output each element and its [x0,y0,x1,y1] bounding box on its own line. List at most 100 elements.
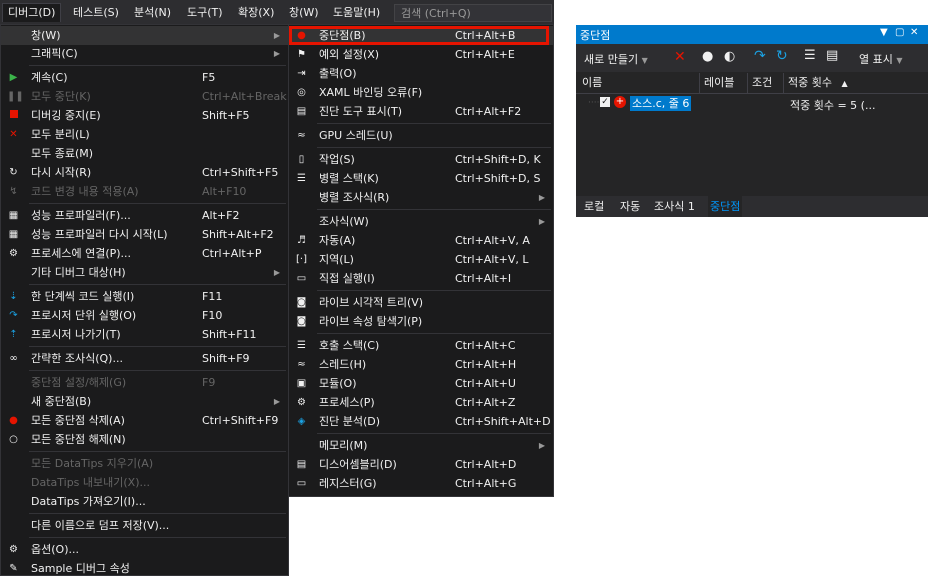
menu-item-step-out[interactable]: ⇡ 프로시저 나가기(T) Shift+F11 [1,325,288,344]
columns-button[interactable]: 열 표시 ▼ [859,51,903,67]
tab-watch-1[interactable]: 조사식 1 [652,196,697,217]
wrench-icon: ✎ [9,563,18,574]
column-hit-count[interactable]: 적중 횟수 ▲ [784,73,928,93]
menu-item-import-datatips[interactable]: DataTips 가져오기(I)... [1,492,288,511]
new-button[interactable]: 새로 만들기 ▼ [584,51,648,67]
menu-item-threads[interactable]: ≈ 스레드(H) Ctrl+Alt+H [289,355,553,374]
menu-window[interactable]: 창(W) [284,4,324,22]
checkbox[interactable]: ✓ [600,97,610,107]
menu-item-attach-to-process[interactable]: ⚙ 프로세스에 연결(P)... Ctrl+Alt+P [1,244,288,263]
registers-icon: ▭ [296,478,307,489]
menu-debug[interactable]: 디버그(D) [2,3,62,22]
import-icon[interactable]: ▤ [826,48,838,63]
menu-item-diagnostic-analysis[interactable]: ◈ 진단 분석(D) Ctrl+Shift+Alt+D [289,412,553,431]
diagnostic-tools-icon: ▤ [296,106,307,117]
column-name[interactable]: 이름 [578,73,700,93]
export-icon[interactable]: ☰ [804,48,816,63]
menu-item-exception-settings[interactable]: ⚑ 예외 설정(X) Ctrl+Alt+E [289,45,553,64]
tab-breakpoints[interactable]: 중단점 [708,196,743,217]
menu-item-window[interactable]: 창(W) ▶ [1,26,288,45]
menu-item-new-breakpoint[interactable]: 새 중단점(B) ▶ [1,392,288,411]
maximize-icon[interactable]: ▢ [895,27,904,38]
modules-icon: ▣ [296,378,307,389]
menu-item-live-visual-tree[interactable]: ◙ 라이브 시각적 트리(V) [289,293,553,312]
menu-item-disassembly[interactable]: ▤ 디스어셈블리(D) Ctrl+Alt+D [289,455,553,474]
menu-test[interactable]: 테스트(S) [68,4,124,22]
menu-help[interactable]: 도움말(H) [328,4,385,22]
redo-icon[interactable]: ↻ [776,48,788,64]
close-icon[interactable]: ✕ [910,27,918,38]
menu-item-performance-profiler[interactable]: ▦ 성능 프로파일러(F)... Alt+F2 [1,206,288,225]
bottom-tabs: 로컬 자동 조사식 1 중단점 [576,196,928,217]
menu-item-watch[interactable]: 조사식(W) ▶ [289,212,553,231]
menu-item-xaml-binding-failures[interactable]: ◎ XAML 바인딩 오류(F) [289,83,553,102]
menu-item-break-all[interactable]: ❚❚ 모두 중단(K) Ctrl+Alt+Break [1,87,288,106]
apply-changes-icon: ↯ [9,186,18,197]
tab-locals[interactable]: 로컬 [582,196,606,217]
menu-item-graphics[interactable]: 그래픽(C) ▶ [1,44,288,63]
menu-item-other-debug-targets[interactable]: 기타 디버그 대상(H) ▶ [1,263,288,282]
attach-icon: ⚙ [9,248,18,259]
menu-item-parallel-stacks[interactable]: ☰ 병렬 스택(K) Ctrl+Shift+D, S [289,169,553,188]
menu-item-restart[interactable]: ↻ 다시 시작(R) Ctrl+Shift+F5 [1,163,288,182]
breakpoint-name[interactable]: 소스.c, 줄 6 [630,96,692,111]
breakpoints-title: 중단점 [580,29,611,42]
submenu-arrow-icon: ▶ [538,441,545,450]
menu-item-relaunch-profiler[interactable]: ▦ 성능 프로파일러 다시 시작(L) Shift+Alt+F2 [1,225,288,244]
menu-analyze[interactable]: 분석(N) [129,4,176,22]
menu-item-live-property-explorer[interactable]: ◙ 라이브 속성 탐색기(P) [289,312,553,331]
separator [29,284,286,285]
column-label[interactable]: 레이블 [700,73,748,93]
menu-item-step-into[interactable]: ⇣ 한 단계씩 코드 실행(I) F11 [1,287,288,306]
tab-autos[interactable]: 자동 [618,196,642,217]
gpu-threads-icon: ≈ [297,130,306,141]
menu-item-tasks[interactable]: ▯ 작업(S) Ctrl+Shift+D, K [289,150,553,169]
menu-item-parallel-watch[interactable]: 병렬 조사식(R) ▶ [289,188,553,207]
menu-item-immediate[interactable]: ▭ 직접 실행(I) Ctrl+Alt+I [289,269,553,288]
menu-item-gpu-threads[interactable]: ≈ GPU 스레드(U) [289,126,553,145]
menu-item-locals[interactable]: [·] 지역(L) Ctrl+Alt+V, L [289,250,553,269]
menu-item-apply-code-changes[interactable]: ↯ 코드 변경 내용 적용(A) Alt+F10 [1,182,288,201]
delete-breakpoints-icon: ● [9,415,18,426]
menu-item-toggle-breakpoint[interactable]: 중단점 설정/해제(G) F9 [1,373,288,392]
separator [317,433,551,434]
pause-icon: ❚❚ [7,91,24,102]
menu-item-export-datatips[interactable]: DataTips 내보내기(X)... [1,473,288,492]
stop-icon [7,109,20,122]
breakpoint-row[interactable]: ····· ✓ + 소스.c, 줄 6 적중 횟수 = 5 (... [576,95,928,113]
menu-item-continue[interactable]: ▶ 계속(C) F5 [1,68,288,87]
menu-item-delete-all-breakpoints[interactable]: ● 모든 중단점 삭제(A) Ctrl+Shift+F9 [1,411,288,430]
column-condition[interactable]: 조건 [748,73,784,93]
menu-item-save-dump-as[interactable]: 다른 이름으로 덤프 저장(V)... [1,516,288,535]
menu-item-registers[interactable]: ▭ 레지스터(G) Ctrl+Alt+G [289,474,553,493]
menu-item-stop-debugging[interactable]: 디버깅 중지(E) Shift+F5 [1,106,288,125]
play-icon: ▶ [9,72,18,83]
delete-all-icon[interactable]: ● [702,49,713,64]
menu-item-processes[interactable]: ⚙ 프로세스(P) Ctrl+Alt+Z [289,393,553,412]
menu-item-modules[interactable]: ▣ 모듈(O) Ctrl+Alt+U [289,374,553,393]
menu-item-options[interactable]: ⚙ 옵션(O)... [1,540,288,559]
search-input[interactable]: 검색 (Ctrl+Q) [394,4,552,22]
menu-item-output[interactable]: ⇥ 출력(O) [289,64,553,83]
menu-tools[interactable]: 도구(T) [182,4,228,22]
dropdown-icon[interactable]: ▼ [880,27,888,38]
separator [317,333,551,334]
menu-item-quickwatch[interactable]: ∞ 간략한 조사식(Q)... Shift+F9 [1,349,288,368]
menu-item-debug-properties[interactable]: ✎ Sample 디버그 속성 [1,559,288,578]
menu-item-diagnostic-tools[interactable]: ▤ 진단 도구 표시(T) Ctrl+Alt+F2 [289,102,553,121]
menu-item-step-over[interactable]: ↷ 프로시저 단위 실행(O) F10 [1,306,288,325]
menu-item-clear-all-datatips[interactable]: 모든 DataTips 지우기(A) [1,454,288,473]
toggle-all-icon[interactable]: ◐ [724,49,735,64]
step-over-icon: ↷ [9,310,18,321]
menu-item-call-stack[interactable]: ☰ 호출 스택(C) Ctrl+Alt+C [289,336,553,355]
undo-icon[interactable]: ↷ [754,48,766,64]
menu-item-detach-all[interactable]: ✕ 모두 분리(L) [1,125,288,144]
menu-item-autos[interactable]: ♬ 자동(A) Ctrl+Alt+V, A [289,231,553,250]
menu-item-memory[interactable]: 메모리(M) ▶ [289,436,553,455]
delete-icon[interactable]: ✕ [674,49,686,65]
call-stack-icon: ☰ [297,340,306,351]
menu-extensions[interactable]: 확장(X) [233,4,279,22]
menu-item-disable-all-breakpoints[interactable]: ○ 모든 중단점 해제(N) [1,430,288,449]
menu-item-terminate-all[interactable]: 모두 종료(M) [1,144,288,163]
breakpoints-column-header: 이름 레이블 조건 적중 횟수 ▲ [576,73,928,94]
